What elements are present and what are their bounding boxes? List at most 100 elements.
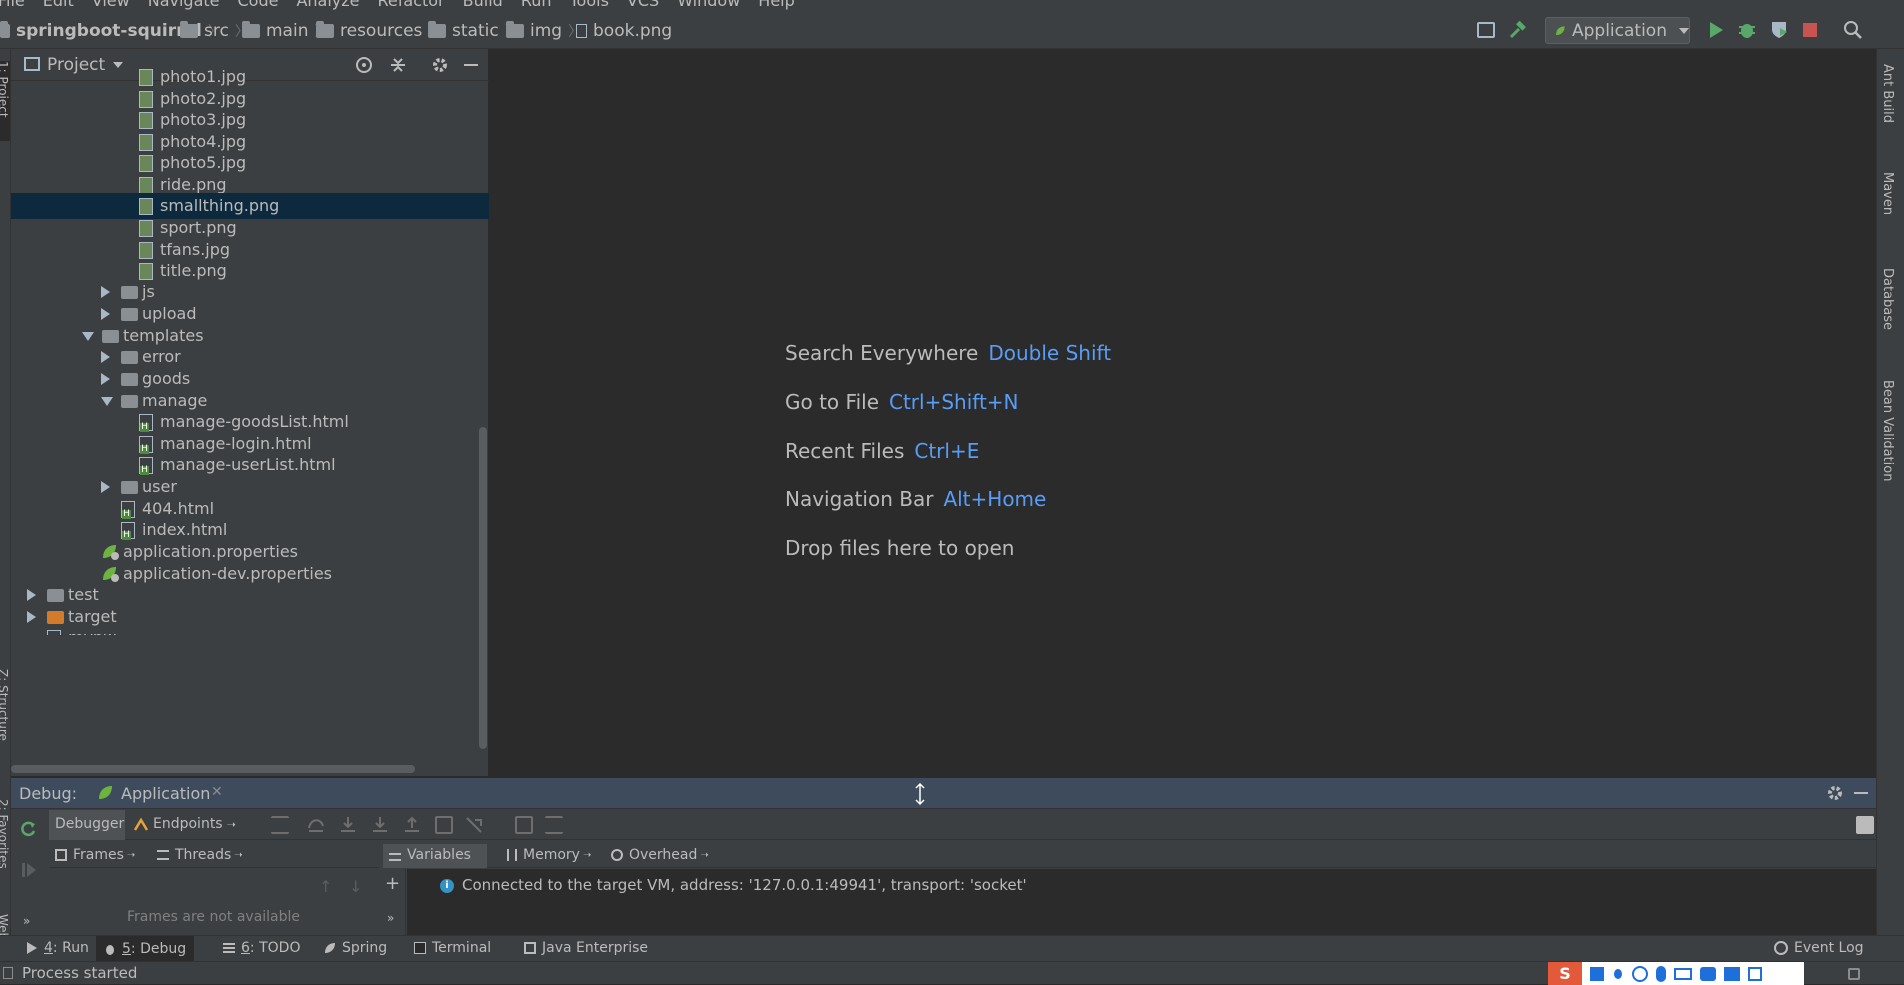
run-config-selector[interactable]: Application [1545, 17, 1690, 44]
toggle-tool-windows-icon[interactable] [3, 967, 13, 979]
expand-arrow-right-icon[interactable] [101, 351, 110, 363]
ime-punctuation-icon[interactable] [1614, 968, 1622, 979]
expand-arrow-right-icon[interactable] [101, 373, 110, 385]
expand-arrow-right-icon[interactable] [27, 611, 36, 623]
editor-area[interactable]: Search Everywhere Double Shift Go to File… [490, 49, 1876, 776]
menu-tools[interactable]: Tools [570, 0, 609, 10]
menu-view[interactable]: View [92, 0, 130, 10]
structure-tool-tab[interactable]: Z: Structure [0, 669, 10, 759]
search-icon[interactable] [1843, 20, 1863, 40]
breadcrumb-src[interactable]: src〉 [180, 21, 249, 41]
more-chevron-icon[interactable]: » [23, 914, 30, 928]
ime-toolbox-icon[interactable] [1748, 966, 1762, 981]
run-to-cursor-icon[interactable] [465, 816, 483, 834]
project-structure-icon[interactable] [1477, 22, 1495, 38]
force-step-into-icon[interactable] [371, 816, 389, 834]
expand-arrow-right-icon[interactable] [101, 286, 110, 298]
tab-threads[interactable]: Threads ➝ [157, 847, 243, 863]
database-tab[interactable]: Database [1880, 268, 1895, 330]
resume-icon[interactable] [21, 862, 37, 878]
tab-java-enterprise[interactable]: Java Enterprise [524, 940, 648, 956]
ime-emoji-icon[interactable] [1632, 965, 1648, 982]
ime-skin-icon[interactable] [1724, 966, 1740, 981]
expand-arrow-down-icon[interactable] [101, 397, 113, 406]
coverage-icon[interactable] [1770, 20, 1788, 40]
rerun-icon[interactable] [19, 820, 37, 838]
minimize-icon[interactable] [1854, 792, 1868, 794]
menu-build[interactable]: Build [463, 0, 503, 10]
tab-spring[interactable]: Spring [324, 940, 387, 956]
expand-arrow-right-icon[interactable] [101, 308, 110, 320]
menu-refactor[interactable]: Refactor [378, 0, 445, 10]
breadcrumb-file[interactable]: book.png [576, 21, 672, 41]
breadcrumb-resources-label: resources [340, 21, 423, 41]
ime-keyboard-icon[interactable] [1674, 967, 1692, 980]
build-hammer-icon[interactable] [1508, 20, 1528, 40]
menu-code[interactable]: Code [238, 0, 279, 10]
run-icon[interactable] [1708, 21, 1724, 39]
more-chevron-icon[interactable]: » [387, 911, 394, 925]
menu-vcs[interactable]: VCS [627, 0, 659, 10]
stop-icon[interactable] [1803, 23, 1817, 37]
arrow-up-icon[interactable]: ↑ [319, 877, 332, 896]
ime-voice-icon[interactable] [1656, 965, 1666, 982]
tab-variables[interactable]: Variables [383, 844, 487, 868]
ant-build-tab[interactable]: Ant Build [1880, 64, 1895, 123]
tab-frames[interactable]: Frames ➝ [55, 847, 135, 863]
menu-window[interactable]: Window [677, 0, 740, 10]
tab-run[interactable]: 4: Run [26, 940, 89, 956]
menu-run[interactable]: Run [521, 0, 552, 10]
ime-chinese-mode-icon[interactable] [1590, 966, 1604, 981]
step-into-icon[interactable] [339, 816, 357, 834]
breadcrumb-resources[interactable]: resources〉 [316, 21, 442, 41]
debug-session-tab[interactable]: Application [121, 784, 210, 803]
spring-leaf-icon [325, 943, 335, 953]
menu-analyze[interactable]: Analyze [296, 0, 359, 10]
close-icon[interactable]: ✕ [211, 784, 223, 800]
console-icon[interactable] [1856, 816, 1874, 834]
trace-icon[interactable] [545, 816, 563, 834]
expand-arrow-down-icon[interactable] [82, 332, 94, 341]
breadcrumb-img[interactable]: img 〉 [506, 21, 582, 41]
menu-help[interactable]: Help [758, 0, 794, 10]
add-watch-icon[interactable]: + [385, 873, 400, 894]
expand-arrow-right-icon[interactable] [27, 589, 36, 601]
debug-label: Debug: [19, 784, 78, 803]
menu-edit[interactable]: Edit [43, 0, 74, 10]
tree-scrollbar[interactable] [479, 427, 487, 749]
debug-bug-icon[interactable] [1738, 20, 1756, 40]
drop-frame-icon[interactable] [435, 816, 453, 834]
ime-user-icon[interactable] [1700, 966, 1716, 981]
tab-memory[interactable]: Memory ➝ [507, 847, 591, 863]
tab-overhead[interactable]: Overhead ➝ [611, 847, 709, 863]
tab-todo[interactable]: 6: TODO [223, 940, 300, 956]
tab-debug[interactable]: 5: Debug [96, 936, 195, 961]
menu-file[interactable]: File [0, 0, 25, 10]
step-out-icon[interactable] [403, 816, 421, 834]
ime-logo-icon[interactable]: S [1548, 962, 1582, 985]
tab-terminal[interactable]: Terminal [414, 940, 491, 956]
terminal-icon [414, 942, 426, 954]
tab-debugger[interactable]: Debugger [49, 810, 125, 840]
step-over-icon[interactable] [307, 816, 325, 834]
evaluate-expression-icon[interactable] [515, 816, 533, 834]
bean-validation-tab[interactable]: Bean Validation [1880, 380, 1895, 481]
gear-icon[interactable] [1826, 784, 1844, 802]
tab-endpoints[interactable]: Endpoints ➝ [133, 816, 236, 832]
maven-tab[interactable]: Maven [1880, 172, 1895, 215]
debug-bug-icon [106, 944, 114, 955]
lock-icon[interactable] [1848, 968, 1860, 980]
favorites-tool-tab[interactable]: 2: Favorites [0, 799, 10, 889]
project-tool-tab[interactable]: 1: Project [0, 61, 10, 141]
expand-arrow-right-icon[interactable] [101, 481, 110, 493]
tree-file-item[interactable]: mvnw [11, 625, 489, 635]
tree-horizontal-scrollbar[interactable] [11, 765, 415, 773]
menu-navigate[interactable]: Navigate [148, 0, 220, 10]
show-execution-point-icon[interactable] [271, 816, 289, 834]
event-log-button[interactable]: Event Log [1774, 940, 1864, 956]
debug-header: Debug: Application ✕ [11, 778, 1876, 809]
event-log-icon [1774, 941, 1788, 955]
console-area[interactable]: i Connected to the target VM, address: '… [407, 869, 1876, 936]
tree-item-label: sport.png [160, 218, 237, 237]
arrow-down-icon[interactable]: ↓ [349, 877, 362, 896]
